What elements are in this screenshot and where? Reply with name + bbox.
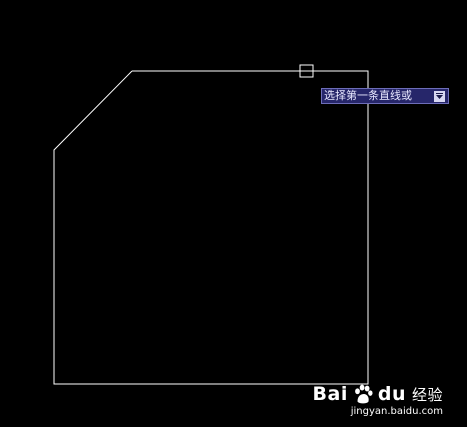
drawing-canvas[interactable] xyxy=(0,0,467,427)
dynamic-input-prompt[interactable]: 选择第一条直线或 xyxy=(321,88,449,104)
watermark-url: jingyan.baidu.com xyxy=(350,406,443,417)
paw-icon xyxy=(354,384,373,404)
watermark-text-right: du xyxy=(377,383,406,405)
watermark-product: 经验 xyxy=(411,385,443,404)
prompt-text: 选择第一条直线或 xyxy=(324,89,412,102)
watermark-text-left: Bai xyxy=(312,383,348,405)
polygon-outline[interactable] xyxy=(53,70,369,385)
dropdown-arrow-icon[interactable] xyxy=(434,90,445,102)
baidu-watermark: Bai du 经验 jingyan.baidu.com xyxy=(313,383,443,417)
